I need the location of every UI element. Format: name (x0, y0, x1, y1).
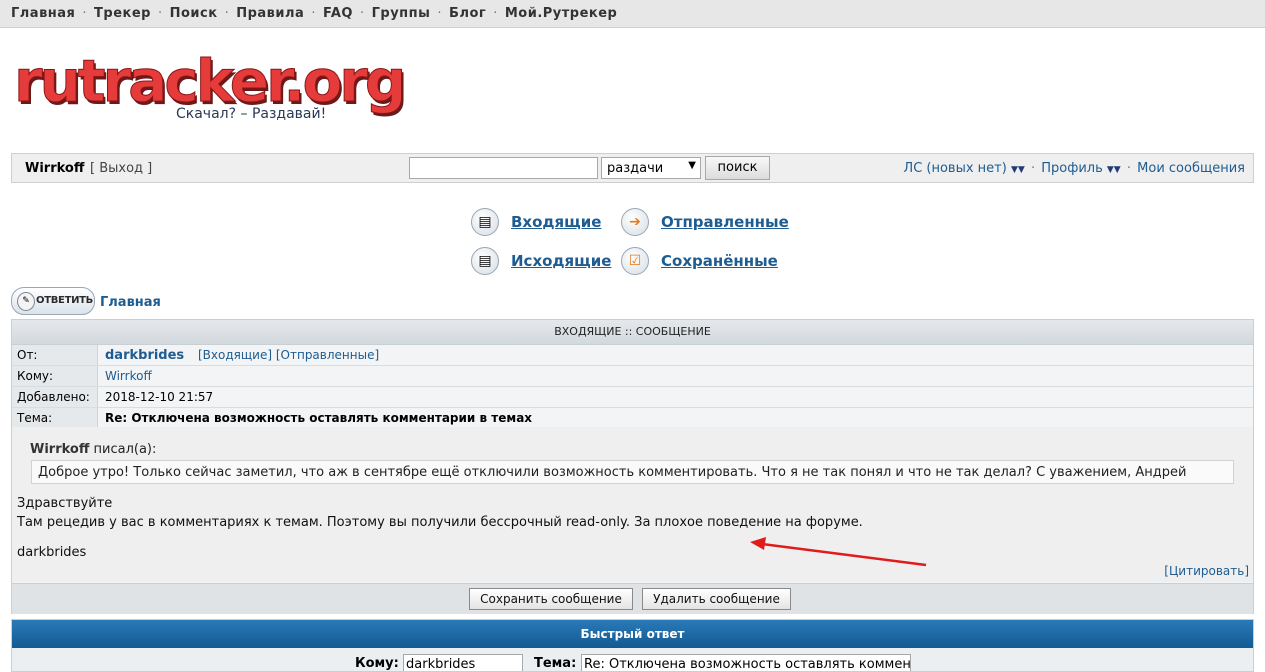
logout-link[interactable]: [ Выход ] (90, 161, 152, 176)
body-line-greeting: Здравствуйте (17, 496, 113, 511)
message-body: Wirrkoff писал(а): Доброе утро! Только с… (12, 427, 1253, 582)
quote-link[interactable]: [Цитировать] (1164, 564, 1249, 578)
body-line-main: Там рецедив у вас в комментариях к темам… (17, 515, 863, 530)
pm-folder-sent[interactable]: ➔ Отправленные (621, 208, 801, 236)
top-nav-links: Главная · Трекер · Поиск · Правила · FAQ · Группы ·… (11, 6, 618, 21)
quick-reply-header: Быстрый ответ (12, 620, 1253, 648)
logo-wordmark: rutracker.org (13, 47, 406, 115)
message-text: Здравствуйте Там рецедив у вас в коммент… (17, 494, 863, 532)
save-message-button[interactable]: Сохранить сообщение (469, 588, 633, 610)
message-header: ВХОДЯЩИЕ :: СООБЩЕНИЕ (12, 320, 1253, 345)
nav-rules[interactable]: Правила (236, 6, 304, 21)
checkbox-icon: ☑ (621, 247, 649, 275)
reply-button[interactable]: ✎ ОТВЕТИТЬ (11, 287, 95, 315)
date-label: Добавлено: (12, 387, 98, 407)
search-input[interactable] (409, 157, 598, 179)
nav-search[interactable]: Поиск (170, 6, 218, 21)
from-label: От: (12, 345, 98, 365)
date-value: 2018-12-10 21:57 (105, 390, 214, 404)
pm-folder-nav: ▤ Входящие ➔ Отправленные ▤ Исходящие ☑ … (471, 206, 811, 278)
user-links: ЛС (новых нет) ▼▼ · Профиль ▼▼ · Мои соо… (903, 161, 1245, 176)
search-scope-select[interactable]: раздачи ▼ (601, 157, 701, 179)
quick-reply-subject-label: Тема: (534, 656, 577, 671)
subject-row: Тема: Re: Отключена возможность оставлят… (12, 408, 1253, 429)
quick-reply-to-input[interactable]: darkbrides (403, 654, 523, 671)
from-value-wrap: darkbrides [Входящие] [Отправленные] (105, 345, 379, 365)
user-bar: Wirrkoff [ Выход ] раздачи ▼ поиск ЛС (н… (11, 153, 1254, 183)
date-row: Добавлено: 2018-12-10 21:57 (12, 387, 1253, 408)
delete-message-button[interactable]: Удалить сообщение (642, 588, 791, 610)
arrow-right-icon: ➔ (621, 208, 649, 236)
chevron-down-icon[interactable]: ▼▼ (1011, 165, 1025, 175)
signature: darkbrides (17, 545, 87, 560)
search-button[interactable]: поиск (705, 156, 770, 180)
from-folder-links[interactable]: [Входящие] [Отправленные] (198, 348, 379, 362)
pm-folder-outbox[interactable]: ▤ Исходящие (471, 247, 611, 275)
quick-reply-subject-input[interactable]: Re: Отключена возможность оставлять комм… (581, 654, 911, 671)
username[interactable]: Wirrkoff (25, 161, 84, 176)
quote-text: Доброе утро! Только сейчас заметил, что … (31, 460, 1234, 484)
nav-tracker[interactable]: Трекер (94, 6, 151, 21)
subject-label: Тема: (12, 408, 98, 428)
pm-folder-inbox[interactable]: ▤ Входящие (471, 208, 611, 236)
from-user-link[interactable]: darkbrides (105, 348, 184, 363)
nav-faq[interactable]: FAQ (323, 6, 353, 21)
to-label: Кому: (12, 366, 98, 386)
site-logo[interactable]: rutracker.org Скачал? – Раздавай! (13, 50, 406, 130)
logo-tagline: Скачал? – Раздавай! (176, 106, 327, 122)
inbox-icon: ▤ (471, 208, 499, 236)
search-scope-value: раздачи (607, 161, 664, 176)
pm-folder-saved[interactable]: ☑ Сохранённые (621, 247, 801, 275)
my-posts-link[interactable]: Мои сообщения (1137, 161, 1245, 176)
subject-value: Re: Отключена возможность оставлять комм… (105, 411, 533, 425)
nav-groups[interactable]: Группы (372, 6, 431, 21)
pm-link[interactable]: ЛС (новых нет) (903, 161, 1006, 176)
from-row: От: darkbrides [Входящие] [Отправленные] (12, 345, 1253, 366)
quick-reply-to-label: Кому: (355, 656, 399, 671)
quote-author: Wirrkoff писал(а): (30, 442, 157, 457)
quick-reply-panel: Быстрый ответ Кому: darkbrides Тема: Re:… (11, 619, 1254, 672)
breadcrumb-home[interactable]: Главная (100, 295, 161, 310)
message-panel: ВХОДЯЩИЕ :: СООБЩЕНИЕ От: darkbrides [Вх… (11, 319, 1254, 614)
outbox-icon: ▤ (471, 247, 499, 275)
to-user-link[interactable]: Wirrkoff (105, 366, 152, 386)
top-navigation: Главная · Трекер · Поиск · Правила · FAQ · Группы ·… (0, 0, 1265, 28)
nav-my-rutracker[interactable]: Мой.Рутрекер (505, 6, 618, 21)
profile-link[interactable]: Профиль (1041, 161, 1103, 176)
nav-blog[interactable]: Блог (449, 6, 486, 21)
chevron-down-icon: ▼ (688, 160, 696, 171)
message-actions: Сохранить сообщение Удалить сообщение (12, 583, 1253, 614)
nav-home[interactable]: Главная (11, 6, 75, 21)
chevron-down-icon[interactable]: ▼▼ (1107, 165, 1121, 175)
to-row: Кому: Wirrkoff (12, 366, 1253, 387)
reply-icon: ✎ (17, 292, 35, 311)
